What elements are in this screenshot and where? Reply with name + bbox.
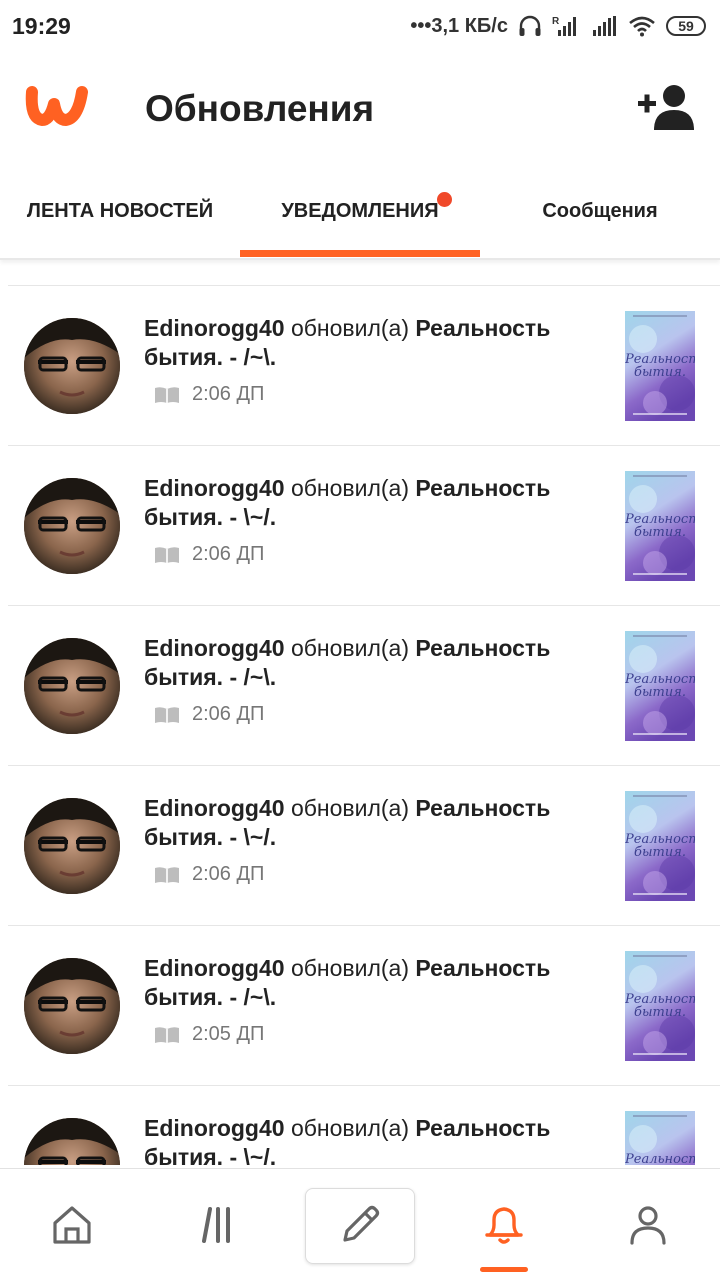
- notification-badge-dot: [437, 192, 452, 207]
- library-icon: [202, 1207, 230, 1243]
- active-tab-indicator: [240, 250, 480, 257]
- cover-title: Реальность бытия.: [625, 992, 695, 1020]
- cover-title: Реальность бытия.: [625, 1152, 695, 1165]
- page-title: Обновления: [145, 88, 375, 129]
- story-cover[interactable]: Реальность бытия.: [625, 951, 695, 1061]
- nav-home[interactable]: [0, 1169, 144, 1280]
- signal-roaming-icon: R: [552, 16, 576, 36]
- status-time: 19:29: [12, 12, 71, 39]
- notification-meta: 2:06 ДП: [154, 383, 264, 406]
- home-icon: [53, 1206, 91, 1244]
- notification-action: обновил(а): [290, 1115, 410, 1141]
- notification-time: 2:06 ДП: [192, 383, 265, 405]
- story-cover[interactable]: Реальность бытия.: [625, 471, 695, 581]
- story-cover[interactable]: Реальность бытия.: [625, 311, 695, 421]
- notification-action: обновил(а): [290, 795, 410, 821]
- wattpad-logo-icon[interactable]: [24, 82, 88, 128]
- story-cover[interactable]: Реальность бытия.: [625, 631, 695, 741]
- book-icon: [155, 866, 179, 883]
- notification-time: 2:06 ДП: [192, 703, 265, 725]
- notification-list: Edinorogg40 обновил(а) Реальность бытия.…: [0, 285, 720, 1165]
- tab-bar: ЛЕНТА НОВОСТЕЙ УВЕДОМЛЕНИЯ Сообщения: [0, 164, 720, 260]
- profile-icon: [630, 1206, 666, 1245]
- book-icon: [155, 386, 179, 403]
- notification-time: 2:05 ДП: [192, 1023, 265, 1045]
- notification-meta: 2:06 ДП: [154, 863, 264, 886]
- notification-user[interactable]: Edinorogg40: [144, 635, 285, 661]
- list-item[interactable]: Edinorogg40 обновил(а) Реальность бытия.…: [8, 605, 720, 765]
- cover-title: Реальность бытия.: [625, 352, 695, 380]
- notification-meta: 2:06 ДП: [154, 543, 264, 566]
- avatar[interactable]: [24, 798, 120, 894]
- cover-title: Реальность бытия.: [625, 832, 695, 860]
- notification-action: обновил(а): [290, 315, 410, 341]
- notification-meta: 2:05 ДП: [154, 1023, 264, 1046]
- svg-text:R: R: [552, 16, 560, 27]
- add-user-icon[interactable]: [636, 82, 698, 132]
- avatar[interactable]: [24, 958, 120, 1054]
- story-cover[interactable]: Реальность бытия.: [625, 1111, 695, 1165]
- nav-notifications[interactable]: [432, 1169, 576, 1280]
- tab-news-feed[interactable]: ЛЕНТА НОВОСТЕЙ: [0, 164, 240, 258]
- avatar[interactable]: [24, 478, 120, 574]
- wifi-icon: [629, 16, 655, 37]
- notification-text: Edinorogg40 обновил(а) Реальность бытия.…: [144, 1114, 584, 1165]
- active-nav-indicator: [480, 1267, 528, 1272]
- list-item[interactable]: Edinorogg40 обновил(а) Реальность бытия.…: [8, 1085, 720, 1165]
- nav-profile[interactable]: [576, 1169, 720, 1280]
- battery-icon: 59: [666, 16, 706, 36]
- bottom-nav: [0, 1168, 720, 1280]
- write-icon: [343, 1205, 380, 1242]
- notification-action: обновил(а): [290, 955, 410, 981]
- list-item[interactable]: Edinorogg40 обновил(а) Реальность бытия.…: [8, 765, 720, 925]
- notification-action: обновил(а): [290, 635, 410, 661]
- avatar[interactable]: [24, 638, 120, 734]
- notification-time: 2:06 ДП: [192, 543, 265, 565]
- notification-user[interactable]: Edinorogg40: [144, 795, 285, 821]
- notification-user[interactable]: Edinorogg40: [144, 955, 285, 981]
- tab-notifications[interactable]: УВЕДОМЛЕНИЯ: [240, 164, 480, 258]
- notification-action: обновил(а): [290, 475, 410, 501]
- notification-user[interactable]: Edinorogg40: [144, 315, 285, 341]
- notification-text: Edinorogg40 обновил(а) Реальность бытия.…: [144, 314, 584, 372]
- avatar[interactable]: [24, 318, 120, 414]
- network-speed: •••3,1 КБ/с: [410, 14, 508, 37]
- notification-user[interactable]: Edinorogg40: [144, 475, 285, 501]
- notification-meta: 2:06 ДП: [154, 703, 264, 726]
- list-item[interactable]: Edinorogg40 обновил(а) Реальность бытия.…: [8, 285, 720, 445]
- nav-library[interactable]: [144, 1169, 288, 1280]
- book-icon: [155, 1026, 179, 1043]
- list-item[interactable]: Edinorogg40 обновил(а) Реальность бытия.…: [8, 445, 720, 605]
- notification-text: Edinorogg40 обновил(а) Реальность бытия.…: [144, 794, 584, 852]
- cover-title: Реальность бытия.: [625, 672, 695, 700]
- notification-user[interactable]: Edinorogg40: [144, 1115, 285, 1141]
- headphones-icon: [519, 15, 541, 36]
- notification-text: Edinorogg40 обновил(а) Реальность бытия.…: [144, 954, 584, 1012]
- status-bar: 19:29 •••3,1 КБ/с R 59: [0, 0, 720, 52]
- book-icon: [155, 546, 179, 563]
- cover-title: Реальность бытия.: [625, 512, 695, 540]
- notification-text: Edinorogg40 обновил(а) Реальность бытия.…: [144, 474, 584, 532]
- book-icon: [155, 706, 179, 723]
- story-cover[interactable]: Реальность бытия.: [625, 791, 695, 901]
- list-item[interactable]: Edinorogg40 обновил(а) Реальность бытия.…: [8, 925, 720, 1085]
- signal-icon: [593, 16, 616, 36]
- notification-text: Edinorogg40 обновил(а) Реальность бытия.…: [144, 634, 584, 692]
- app-header: Обновления: [0, 52, 720, 164]
- status-icons: •••3,1 КБ/с R 59: [410, 15, 706, 38]
- bell-icon: [485, 1207, 523, 1244]
- notification-time: 2:06 ДП: [192, 863, 265, 885]
- nav-write[interactable]: [288, 1169, 432, 1280]
- avatar[interactable]: [24, 1118, 120, 1165]
- tab-messages[interactable]: Сообщения: [480, 164, 720, 258]
